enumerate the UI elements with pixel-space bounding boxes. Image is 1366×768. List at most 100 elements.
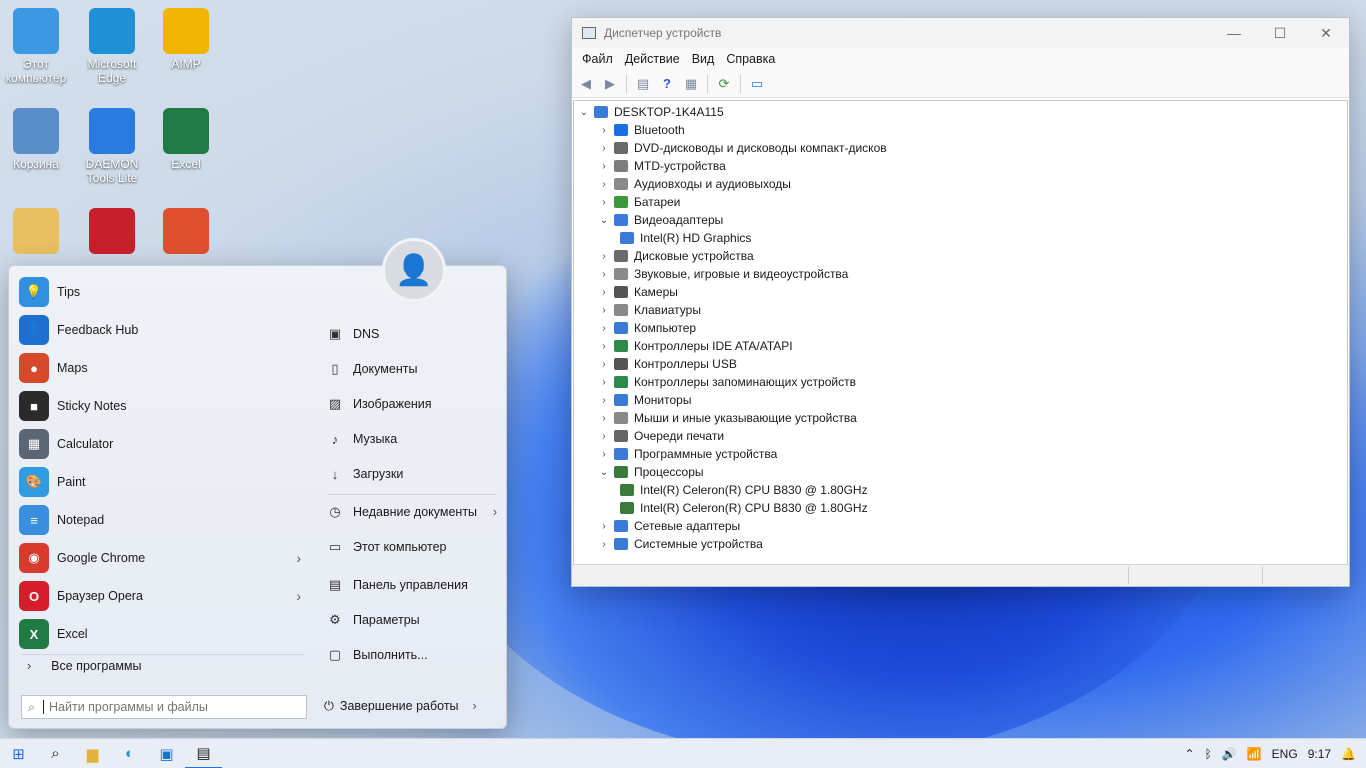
chevron-right-icon[interactable]: › — [598, 143, 610, 154]
chevron-right-icon[interactable]: › — [598, 359, 610, 370]
properties-icon[interactable]: ▤ — [633, 74, 653, 94]
start-app-item[interactable]: ● Maps — [19, 350, 309, 386]
language-indicator[interactable]: ENG — [1272, 747, 1298, 761]
daemon-tools-icon[interactable]: DAEMON Tools Lite — [76, 108, 148, 185]
clock[interactable]: 9:17 — [1308, 747, 1331, 761]
tree-category[interactable]: › Камеры — [574, 283, 1347, 301]
chevron-right-icon[interactable]: › — [598, 287, 610, 298]
forward-arrow-icon[interactable]: ▶ — [600, 74, 620, 94]
tree-category[interactable]: › Аудиовходы и аудиовыходы — [574, 175, 1347, 193]
start-icon[interactable]: ⊞ — [0, 739, 37, 768]
start-place-item[interactable]: ▭ Этот компьютер — [327, 532, 497, 562]
search-icon[interactable]: ⌕ — [37, 739, 74, 768]
chevron-down-icon[interactable]: ⌄ — [578, 107, 590, 118]
tree-category[interactable]: › Звуковые, игровые и видеоустройства — [574, 265, 1347, 283]
chevron-right-icon[interactable]: › — [598, 395, 610, 406]
folder-icon[interactable] — [0, 208, 72, 257]
powerpoint-icon[interactable] — [150, 208, 222, 257]
start-place-item[interactable]: ▨ Изображения — [327, 389, 497, 419]
tree-category[interactable]: › Мониторы — [574, 391, 1347, 409]
speaker-icon[interactable]: 🔊 — [1222, 747, 1237, 761]
chevron-right-icon[interactable]: › — [296, 588, 301, 604]
start-app-item[interactable]: ■ Sticky Notes — [19, 388, 309, 424]
file-explorer-icon[interactable]: ▆ — [74, 739, 111, 768]
start-place-item[interactable]: ♪ Музыка — [327, 424, 497, 454]
start-place-item[interactable]: ▯ Документы — [327, 354, 497, 384]
menu-item[interactable]: Действие — [619, 52, 686, 66]
chevron-down-icon[interactable]: ⌄ — [598, 467, 610, 478]
start-app-item[interactable]: ▦ Calculator — [19, 426, 309, 462]
tree-device[interactable]: Intel(R) HD Graphics — [574, 229, 1347, 247]
start-app-item[interactable]: 🎨 Paint — [19, 464, 309, 500]
scan-hardware-icon[interactable]: ⟳ — [714, 74, 734, 94]
chevron-right-icon[interactable]: › — [598, 125, 610, 136]
chevron-right-icon[interactable]: › — [598, 539, 610, 550]
tree-category[interactable]: › Контроллеры запоминающих устройств — [574, 373, 1347, 391]
tree-category[interactable]: › Сетевые адаптеры — [574, 517, 1347, 535]
maximize-button[interactable]: ☐ — [1257, 18, 1303, 48]
start-app-item[interactable]: ≡ Notepad — [19, 502, 309, 538]
tree-root[interactable]: ⌄ DESKTOP-1K4A115 — [574, 103, 1347, 121]
chevron-down-icon[interactable]: ⌄ — [598, 215, 610, 226]
view-icon[interactable]: ▦ — [681, 74, 701, 94]
chevron-right-icon[interactable]: › — [598, 179, 610, 190]
help-icon[interactable]: ? — [657, 74, 677, 94]
wifi-icon[interactable]: 📶 — [1247, 747, 1262, 761]
back-arrow-icon[interactable]: ◀ — [576, 74, 596, 94]
start-place-item[interactable]: ↓ Загрузки — [327, 459, 497, 489]
tree-category[interactable]: ⌄ Процессоры — [574, 463, 1347, 481]
tree-category[interactable]: › DVD-дисководы и дисководы компакт-диско… — [574, 139, 1347, 157]
shutdown-button[interactable]: ⏻ Завершение работы › — [324, 693, 477, 719]
start-app-item[interactable]: O Браузер Opera › — [19, 578, 309, 614]
document-icon[interactable] — [76, 208, 148, 257]
bluetooth-icon[interactable]: ᛒ — [1205, 747, 1212, 761]
chevron-right-icon[interactable]: › — [598, 251, 610, 262]
chevron-right-icon[interactable]: › — [598, 269, 610, 280]
start-app-item[interactable]: 👤 Feedback Hub — [19, 312, 309, 348]
tree-category[interactable]: › Мыши и иные указывающие устройства — [574, 409, 1347, 427]
chevron-right-icon[interactable]: › — [598, 323, 610, 334]
monitor-icon[interactable]: ▭ — [747, 74, 767, 94]
chevron-right-icon[interactable]: › — [296, 550, 301, 566]
start-place-item[interactable]: ⚙ Параметры — [327, 605, 497, 635]
this-pc-icon[interactable]: Этот компьютер — [0, 8, 72, 85]
start-place-item[interactable]: ▤ Панель управления — [327, 570, 497, 600]
chevron-right-icon[interactable]: › — [598, 305, 610, 316]
user-avatar[interactable]: 👤 — [382, 238, 446, 302]
chevron-right-icon[interactable]: › — [598, 449, 610, 460]
close-button[interactable]: ✕ — [1303, 18, 1349, 48]
recycle-bin-icon[interactable]: Корзина — [0, 108, 72, 171]
chevron-right-icon[interactable]: › — [598, 341, 610, 352]
excel-desktop-icon[interactable]: Excel — [150, 108, 222, 171]
aimp-icon[interactable]: AIMP — [150, 8, 222, 71]
device-manager-icon[interactable]: ▤ — [185, 739, 222, 768]
tree-category[interactable]: › Системные устройства — [574, 535, 1347, 553]
chevron-up-icon[interactable]: ⌃ — [1185, 747, 1195, 761]
chevron-right-icon[interactable]: › — [598, 521, 610, 532]
menu-item[interactable]: Вид — [686, 52, 721, 66]
all-programs-button[interactable]: › Все программы — [27, 659, 142, 673]
tree-category[interactable]: › Батареи — [574, 193, 1347, 211]
title-bar[interactable]: Диспетчер устройств — ☐ ✕ — [572, 18, 1349, 48]
minimize-button[interactable]: — — [1211, 18, 1257, 48]
tree-category[interactable]: › MTD-устройства — [574, 157, 1347, 175]
tree-category[interactable]: › Дисковые устройства — [574, 247, 1347, 265]
tree-device[interactable]: Intel(R) Celeron(R) CPU B830 @ 1.80GHz — [574, 481, 1347, 499]
start-app-item[interactable]: 💡 Tips — [19, 274, 309, 310]
chevron-right-icon[interactable]: › — [598, 161, 610, 172]
start-app-item[interactable]: X Excel — [19, 616, 309, 652]
edge-desktop-icon[interactable]: Microsoft Edge — [76, 8, 148, 85]
tree-category[interactable]: › Компьютер — [574, 319, 1347, 337]
start-place-item[interactable]: ▢ Выполнить... — [327, 640, 497, 670]
chevron-right-icon[interactable]: › — [493, 505, 497, 519]
chevron-right-icon[interactable]: › — [598, 413, 610, 424]
chevron-right-icon[interactable]: › — [598, 197, 610, 208]
chevron-right-icon[interactable]: › — [598, 377, 610, 388]
tree-device[interactable]: Intel(R) Celeron(R) CPU B830 @ 1.80GHz — [574, 499, 1347, 517]
tree-category[interactable]: › Клавиатуры — [574, 301, 1347, 319]
chevron-right-icon[interactable]: › — [473, 699, 477, 713]
chevron-right-icon[interactable]: › — [598, 431, 610, 442]
edge-icon[interactable]: ◐ — [111, 739, 148, 768]
start-place-item[interactable]: ◷ Недавние документы › — [327, 497, 497, 527]
menu-item[interactable]: Справка — [720, 52, 781, 66]
